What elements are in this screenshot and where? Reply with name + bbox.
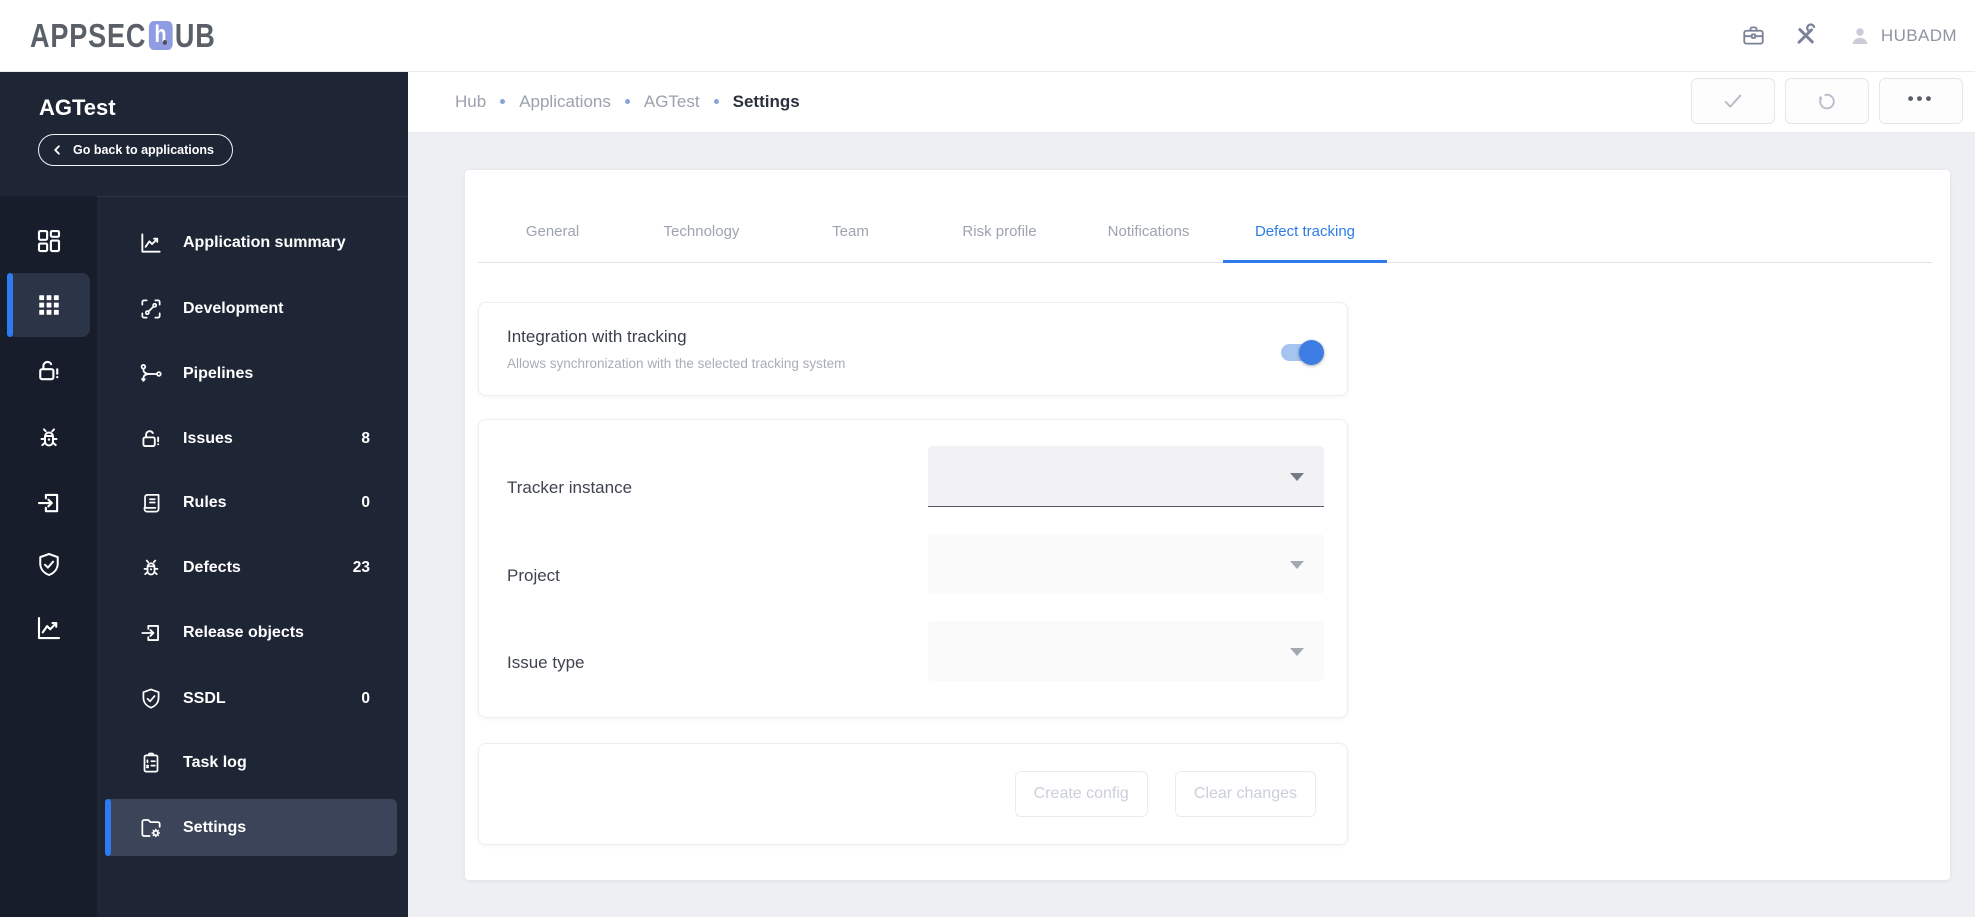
rail-shield-check-icon[interactable] [7, 533, 90, 597]
issue-type-select[interactable] [928, 621, 1324, 681]
breadcrumb-applications[interactable]: Applications [519, 92, 611, 112]
breadcrumb: Hub Applications AGTest Settings [455, 71, 800, 132]
project-label: Project [507, 566, 560, 585]
exit-to-app-icon [138, 620, 164, 646]
sidebar-item-pipelines[interactable]: Pipelines [105, 345, 397, 402]
integration-toggle[interactable] [1281, 340, 1324, 365]
integration-card: Integration with tracking Allows synchro… [478, 302, 1348, 396]
breadcrumb-separator-dot [713, 99, 719, 104]
app-header: APPSEC h UB HUBADM [0, 0, 1975, 72]
apply-button[interactable] [1691, 78, 1775, 124]
rail-dashboard-icon[interactable] [7, 209, 90, 273]
sidebar-item-settings[interactable]: Settings [105, 799, 397, 856]
app-name: AGTest [39, 95, 116, 120]
sidebar-item-issues[interactable]: Issues 8 [105, 410, 397, 467]
icon-rail [0, 196, 97, 917]
ellipsis-icon: ••• [1907, 89, 1935, 108]
logo-text-suffix: UB [174, 16, 216, 54]
logo-text-prefix: APPSEC [30, 16, 147, 54]
breadcrumb-hub[interactable]: Hub [455, 92, 486, 112]
undo-icon [1818, 93, 1835, 110]
clear-changes-button[interactable]: Clear changes [1174, 771, 1316, 817]
tracker-instance-select[interactable] [928, 446, 1324, 507]
user-icon [1852, 27, 1868, 44]
dropdown-caret-icon [1290, 473, 1304, 481]
line-chart-icon [138, 230, 164, 256]
sidebar: AGTest Go back to applications Applicati… [0, 71, 408, 917]
breadcrumb-separator-dot [624, 99, 630, 104]
breadcrumb-settings-current: Settings [732, 91, 800, 111]
actions-card: Create config Clear changes [478, 743, 1348, 845]
rail-line-chart-icon[interactable] [7, 596, 90, 660]
issues-count-badge: 8 [361, 429, 370, 447]
appsechub-logo[interactable]: APPSEC h UB [30, 0, 216, 71]
integration-title: Integration with tracking [507, 327, 687, 346]
sidebar-item-ssdl[interactable]: SSDL 0 [105, 670, 397, 727]
ssdl-count-badge: 0 [361, 689, 370, 707]
sidebar-item-application-summary[interactable]: Application summary [105, 214, 397, 271]
rail-lock-open-alert-icon[interactable] [7, 339, 90, 403]
sidebar-item-task-log[interactable]: Task log [105, 734, 397, 791]
tab-technology[interactable]: Technology [627, 170, 776, 262]
rules-scroll-icon [138, 490, 164, 516]
lock-open-alert-icon [138, 426, 164, 452]
toolbar-actions: ••• [1691, 78, 1963, 124]
folder-gear-icon [138, 815, 164, 841]
rail-exit-to-app-icon[interactable] [7, 471, 90, 535]
project-select[interactable] [928, 534, 1324, 594]
issue-type-label: Issue type [507, 653, 585, 672]
sidebar-item-defects[interactable]: Defects 23 [105, 539, 397, 596]
pipeline-split-icon [138, 361, 164, 387]
sidebar-item-development[interactable]: Development [105, 280, 397, 337]
defects-count-badge: 23 [352, 558, 370, 576]
tab-notifications[interactable]: Notifications [1074, 170, 1223, 262]
username-label: HUBADM [1880, 25, 1957, 45]
tools-icon[interactable] [1792, 22, 1819, 49]
rail-bug-icon[interactable] [7, 406, 90, 470]
tracker-instance-label: Tracker instance [507, 478, 633, 497]
dev-branch-icon [138, 296, 164, 322]
check-icon [1724, 94, 1742, 108]
task-log-icon [138, 750, 164, 776]
sidebar-menu: Application summary Development Pipeline… [97, 196, 408, 917]
dropdown-caret-icon [1290, 648, 1304, 656]
rules-count-badge: 0 [361, 493, 370, 511]
tab-team[interactable]: Team [776, 170, 925, 262]
breadcrumb-separator-dot [500, 99, 506, 104]
more-actions-button[interactable]: ••• [1879, 78, 1963, 124]
toggle-knob [1299, 340, 1324, 365]
tab-general[interactable]: General [478, 170, 627, 262]
breadcrumb-agtest[interactable]: AGTest [644, 92, 700, 112]
sidebar-app-block: AGTest Go back to applications [0, 71, 408, 197]
integration-description: Allows synchronization with the selected… [507, 356, 846, 371]
bug-icon [138, 555, 164, 581]
briefcase-icon[interactable] [1740, 22, 1767, 49]
main-area: Hub Applications AGTest Settings ••• Gen… [408, 71, 1975, 917]
tab-defect-tracking[interactable]: Defect tracking [1223, 170, 1387, 263]
rail-apps-grid-icon[interactable] [7, 273, 90, 337]
tab-risk-profile[interactable]: Risk profile [925, 170, 1074, 262]
settings-tabs: General Technology Team Risk profile Not… [478, 170, 1932, 263]
logo-h-tile: h [148, 21, 173, 50]
shield-check-icon [138, 686, 164, 712]
reset-button[interactable] [1785, 78, 1869, 124]
create-config-button[interactable]: Create config [1014, 771, 1148, 817]
sidebar-item-rules[interactable]: Rules 0 [105, 474, 397, 531]
tracker-config-card: Tracker instance Project Issue type [478, 419, 1348, 718]
dropdown-caret-icon [1290, 561, 1304, 569]
go-back-button[interactable]: Go back to applications [38, 134, 233, 166]
user-menu[interactable]: HUBADM [1848, 0, 1957, 71]
sidebar-item-release-objects[interactable]: Release objects [105, 604, 397, 661]
topbar: Hub Applications AGTest Settings ••• [408, 71, 1975, 133]
settings-panel: General Technology Team Risk profile Not… [465, 170, 1950, 880]
chevron-left-icon [54, 145, 60, 155]
